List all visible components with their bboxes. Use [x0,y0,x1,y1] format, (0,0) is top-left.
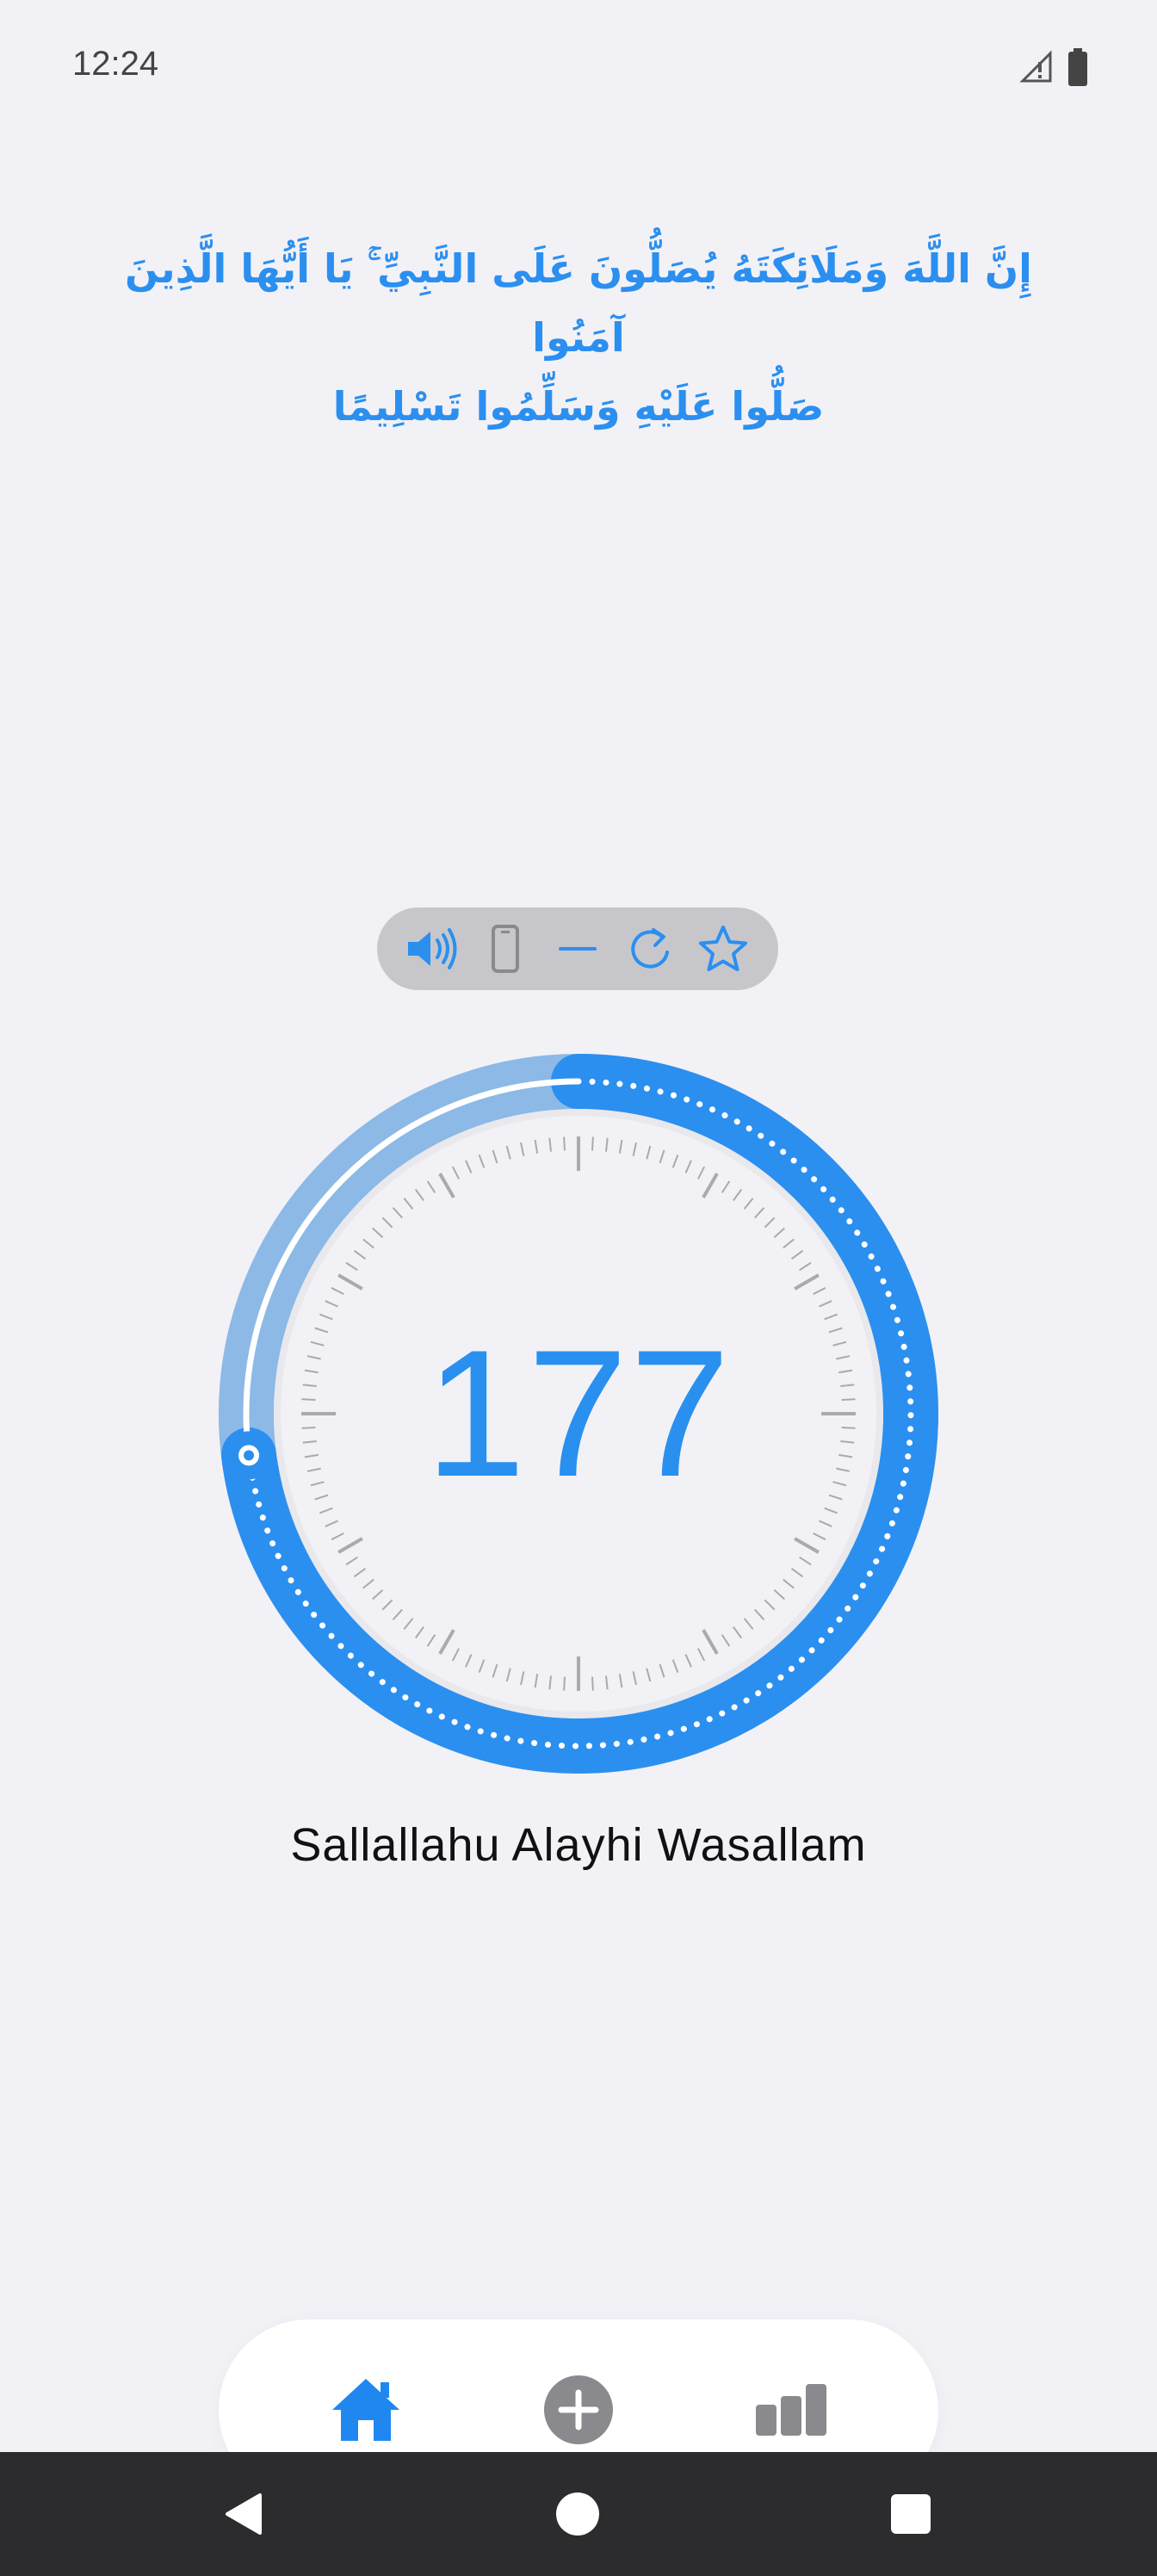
recents-icon [891,2494,931,2534]
verse-line-2: صَلُّوا عَلَيْهِ وَسَلِّمُوا تَسْلِيمًا [332,383,825,430]
verse-line-1: إِنَّ اللَّهَ وَمَلَائِكَتَهُ يُصَلُّونَ… [125,245,1032,361]
system-recents-button[interactable] [880,2483,942,2545]
dial-tick [591,1136,594,1151]
status-icons [1019,48,1088,86]
dial-tick [563,1136,566,1151]
decrement-button[interactable] [550,921,605,976]
nav-add[interactable] [540,2371,617,2449]
back-icon [226,2493,262,2535]
verse-text: إِنَّ اللَّهَ وَمَلَائِكَتَهُ يُصَلُّونَ… [103,234,1054,441]
home-circle-icon [556,2492,599,2536]
status-bar: 12:24 [0,0,1157,129]
favorite-button[interactable] [696,921,751,976]
sound-toggle-button[interactable] [405,921,460,976]
star-icon [698,926,747,971]
dhikr-name: Sallallahu Alayhi Wasallam [290,1819,867,1871]
speaker-icon [408,928,457,969]
nav-stats[interactable] [752,2371,830,2449]
dial-tick [563,1676,566,1691]
nav-home[interactable] [327,2371,405,2449]
stats-icon [756,2384,826,2436]
phone-vibrate-icon [491,925,519,973]
counter-toolbar [377,907,778,990]
counter-value: 177 [424,1312,733,1514]
minus-icon [558,947,597,951]
reset-button[interactable] [622,921,677,976]
counter-dial[interactable]: 177 [217,1052,940,1775]
signal-icon [1019,50,1052,83]
system-home-button[interactable] [547,2483,609,2545]
dial-tick [591,1676,594,1691]
home-icon [332,2379,399,2441]
reset-icon [631,928,670,969]
add-icon [544,2375,613,2444]
status-time: 12:24 [72,45,159,83]
system-nav-bar [0,2452,1157,2576]
battery-icon [1068,48,1087,86]
vibrate-toggle-button[interactable] [478,921,533,976]
system-back-button[interactable] [213,2483,275,2545]
